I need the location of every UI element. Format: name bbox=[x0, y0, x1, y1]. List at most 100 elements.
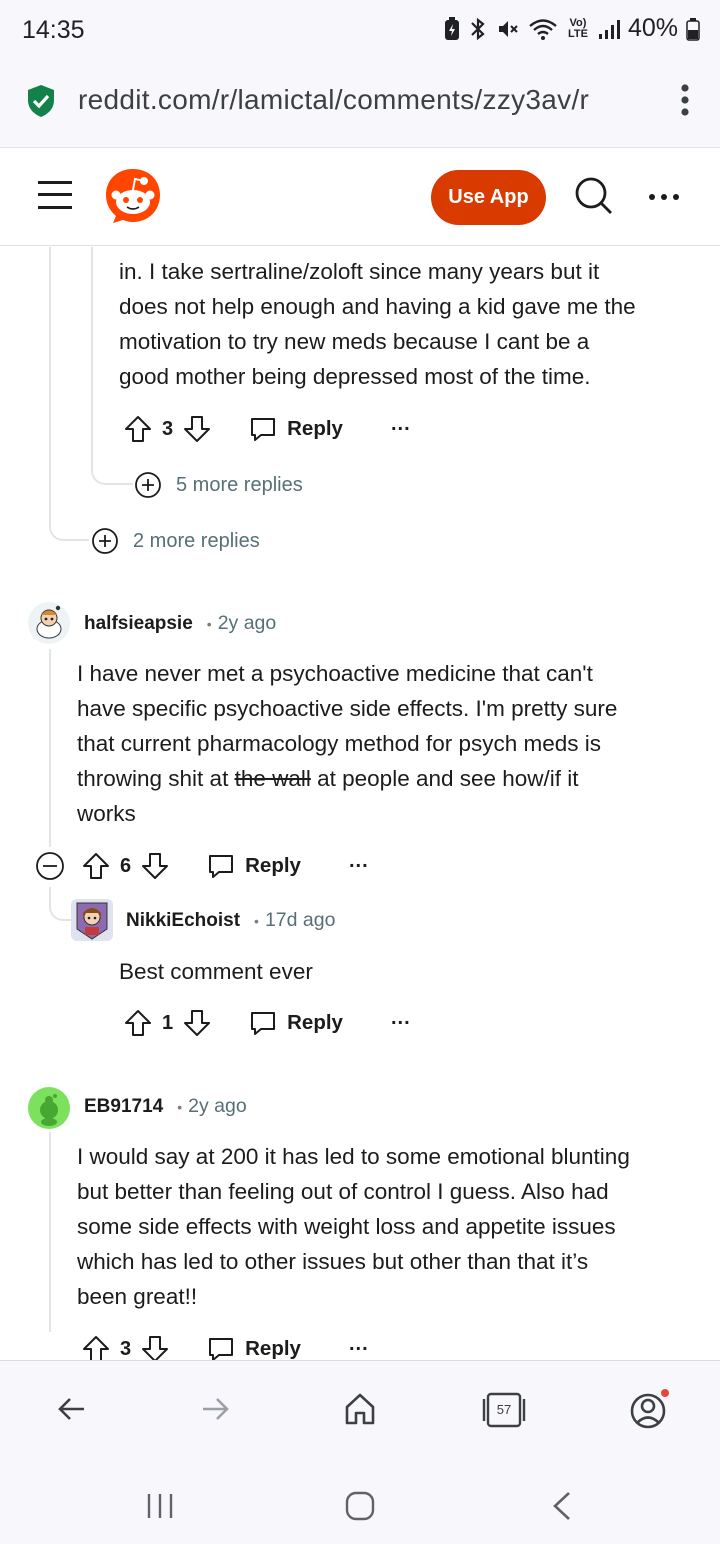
lte-label: Vo) LTE bbox=[567, 16, 588, 40]
more-replies-label: 2 more replies bbox=[133, 529, 260, 552]
mute-icon bbox=[498, 20, 518, 37]
reddit-header: Use App bbox=[0, 148, 720, 246]
comment-body-partial: in. I take sertraline/zoloft since many … bbox=[119, 259, 636, 389]
signal-icon bbox=[598, 19, 620, 39]
use-app-button[interactable]: Use App bbox=[431, 170, 546, 225]
more-replies-label: 5 more replies bbox=[176, 473, 303, 496]
hamburger-menu-icon[interactable] bbox=[38, 180, 72, 210]
comment-age: 2y ago bbox=[217, 612, 277, 634]
strikethrough-text: the wall bbox=[234, 766, 311, 791]
reply-button[interactable]: Reply bbox=[249, 415, 343, 443]
snoo-avatar-icon bbox=[40, 1094, 58, 1126]
browser-bottom-nav: 57 bbox=[0, 1360, 720, 1464]
comment-meta: halfsieapsie • 2y ago bbox=[84, 612, 277, 635]
forward-arrow-icon[interactable] bbox=[199, 1393, 231, 1425]
downvote-icon[interactable] bbox=[141, 1335, 169, 1360]
more-options-icon[interactable] bbox=[648, 183, 680, 211]
comment-actions: 3 Reply ... bbox=[82, 1329, 369, 1360]
comment-body: I have never met a psychoactive medicine… bbox=[77, 661, 618, 826]
thread-curve bbox=[49, 887, 71, 921]
status-bar: 14:35 Vo) LTE 40% bbox=[0, 0, 720, 64]
vote-score: 6 bbox=[120, 854, 132, 877]
downvote-icon[interactable] bbox=[183, 415, 211, 443]
comment-age: 17d ago bbox=[264, 909, 336, 931]
vote-score: 3 bbox=[120, 1337, 132, 1360]
reply-label: Reply bbox=[245, 1337, 301, 1360]
bluetooth-icon bbox=[471, 17, 485, 40]
wifi-icon bbox=[529, 18, 557, 40]
vote-score: 1 bbox=[162, 1011, 174, 1034]
comment-actions: 6 Reply ... bbox=[82, 846, 369, 886]
upvote-icon[interactable] bbox=[82, 1335, 110, 1360]
downvote-icon[interactable] bbox=[183, 1009, 211, 1037]
tab-count: 57 bbox=[496, 1402, 512, 1417]
back-arrow-icon[interactable] bbox=[56, 1393, 88, 1425]
upvote-icon[interactable] bbox=[124, 415, 152, 443]
upvote-icon[interactable] bbox=[124, 1009, 152, 1037]
more-replies-button[interactable]: 5 more replies bbox=[134, 471, 303, 499]
thread-line bbox=[49, 649, 51, 847]
thread-curve bbox=[91, 453, 133, 485]
home-icon[interactable] bbox=[343, 1391, 377, 1427]
battery-saver-icon bbox=[444, 16, 459, 40]
search-icon[interactable] bbox=[574, 176, 614, 216]
status-time: 14:35 bbox=[22, 16, 85, 44]
status-icons: Vo) LTE 40% bbox=[444, 14, 700, 43]
reply-label: Reply bbox=[287, 1011, 343, 1034]
snoo-avatar-icon bbox=[76, 902, 108, 940]
reply-icon bbox=[209, 1338, 234, 1360]
battery-icon bbox=[686, 17, 700, 41]
avatar[interactable] bbox=[28, 602, 70, 644]
system-navigation-bar bbox=[0, 1464, 720, 1544]
url-bar: reddit.com/r/lamictal/comments/zzy3av/r bbox=[0, 64, 720, 148]
reply-button[interactable]: Reply bbox=[207, 1335, 301, 1360]
reply-button[interactable]: Reply bbox=[249, 1009, 343, 1037]
expand-plus-icon bbox=[135, 472, 161, 498]
reply-label: Reply bbox=[287, 417, 343, 440]
comment-meta: EB91714 • 2y ago bbox=[84, 1095, 247, 1118]
reply-icon bbox=[251, 1012, 276, 1035]
thread-curve bbox=[49, 509, 89, 541]
comment-body: Best comment ever bbox=[119, 959, 313, 984]
thread-line bbox=[91, 247, 93, 462]
author-name[interactable]: NikkiEchoist bbox=[126, 910, 240, 932]
comment-age: 2y ago bbox=[188, 1095, 247, 1117]
author-name[interactable]: halfsieapsie bbox=[84, 613, 193, 635]
thread-line bbox=[49, 1132, 51, 1332]
downvote-icon[interactable] bbox=[141, 852, 169, 880]
tabs-button[interactable]: 57 bbox=[482, 1391, 526, 1429]
upvote-icon[interactable] bbox=[82, 852, 110, 880]
comment-more-options[interactable]: ... bbox=[391, 1007, 411, 1030]
reddit-logo-icon[interactable] bbox=[103, 166, 163, 226]
thread-line bbox=[49, 247, 51, 517]
comments-feed: in. I take sertraline/zoloft since many … bbox=[0, 247, 720, 1360]
account-button[interactable] bbox=[630, 1389, 670, 1429]
snoo-avatar-icon bbox=[36, 605, 62, 639]
avatar[interactable] bbox=[28, 1087, 70, 1129]
comment-more-options[interactable]: ... bbox=[391, 413, 411, 436]
comment-actions: 1 Reply ... bbox=[124, 1003, 411, 1043]
reply-icon bbox=[251, 418, 276, 441]
reply-label: Reply bbox=[245, 854, 301, 877]
vote-score: 3 bbox=[162, 417, 174, 440]
collapse-minus-icon[interactable] bbox=[35, 851, 65, 881]
comment-actions: 3 Reply ... bbox=[124, 409, 411, 449]
system-back-icon[interactable] bbox=[550, 1490, 574, 1522]
comment-more-options[interactable]: ... bbox=[349, 850, 369, 873]
account-icon bbox=[630, 1389, 669, 1429]
more-replies-button[interactable]: 2 more replies bbox=[91, 527, 260, 555]
reply-button[interactable]: Reply bbox=[207, 852, 301, 880]
author-name[interactable]: EB91714 bbox=[84, 1096, 163, 1118]
comment-body: I would say at 200 it has led to some em… bbox=[77, 1144, 630, 1309]
url-text[interactable]: reddit.com/r/lamictal/comments/zzy3av/r bbox=[78, 84, 648, 116]
home-pill-icon[interactable] bbox=[344, 1490, 376, 1522]
expand-plus-icon bbox=[92, 528, 118, 554]
comment-meta: NikkiEchoist • 17d ago bbox=[126, 909, 336, 932]
recent-apps-icon[interactable] bbox=[146, 1492, 174, 1520]
comment-more-options[interactable]: ... bbox=[349, 1333, 369, 1356]
avatar[interactable] bbox=[71, 899, 113, 941]
secure-shield-icon[interactable] bbox=[26, 84, 56, 118]
battery-percent: 40% bbox=[627, 14, 678, 42]
reply-icon bbox=[209, 855, 234, 878]
browser-menu-icon[interactable] bbox=[680, 82, 690, 118]
